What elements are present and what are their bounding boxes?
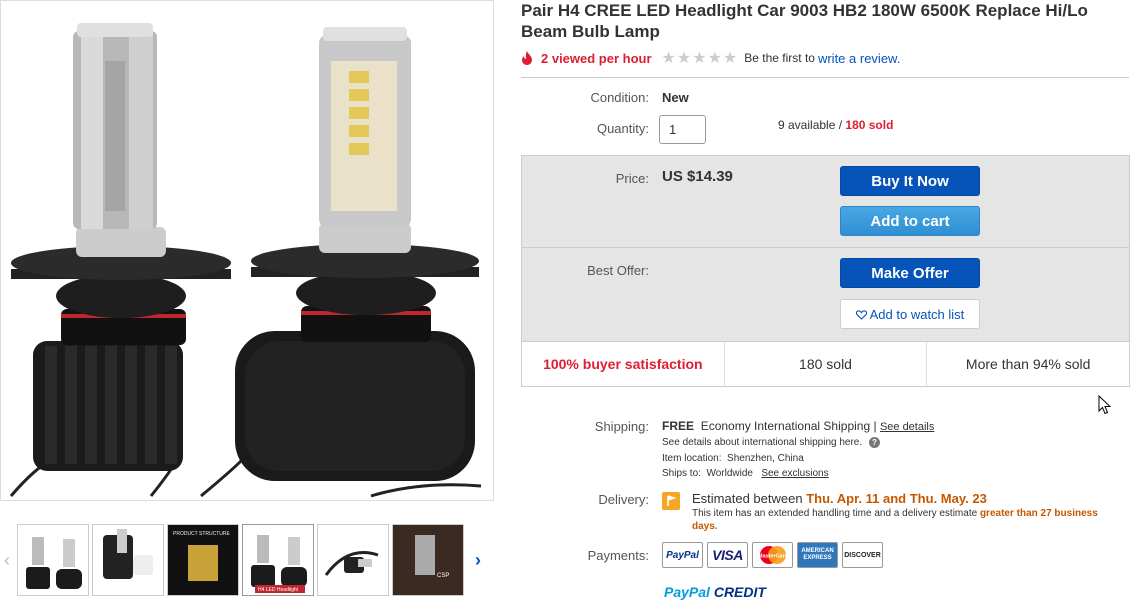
thumbnail-image: H4 LED Headlight: [251, 535, 307, 593]
condition-value: New: [662, 90, 689, 105]
sold-count: 180 sold: [845, 118, 894, 132]
item-location: Item location: Shenzhen, China: [662, 453, 804, 464]
headlight-bulbs-image: [9, 23, 482, 498]
payments-label: Payments:: [587, 548, 649, 563]
thumbnail-image: CSP: [393, 525, 463, 595]
shipping-free: FREE: [662, 419, 695, 433]
best-offer-label: Best Offer:: [587, 263, 649, 278]
thumbnail-image: [324, 551, 379, 576]
thumbnail[interactable]: [17, 524, 89, 596]
shipping-label: Shipping:: [594, 419, 649, 434]
ships-to-value: Worldwide: [706, 468, 753, 479]
thumbnail-image: [103, 529, 153, 579]
intl-shipping-text: See details about international shipping…: [662, 437, 863, 448]
thumbnail[interactable]: PRODUCT STRUCTURE: [167, 524, 239, 596]
buy-box: Price: US $14.39 Buy It Now Add to cart …: [521, 155, 1130, 387]
paypal-credit-brand: PayPal: [664, 584, 710, 600]
buy-it-now-button[interactable]: Buy It Now: [840, 166, 980, 196]
payment-logos: PayPal VISA MasterCard AMERICAN EXPRESS …: [662, 542, 883, 568]
price-label: Price:: [615, 171, 649, 186]
paypal-credit-suffix: CREDIT: [713, 584, 766, 600]
delivery-prefix: Estimated between: [692, 491, 803, 506]
thumbnail[interactable]: [92, 524, 164, 596]
rating-stars[interactable]: ★★★★★: [662, 48, 739, 68]
delivery-flag-icon: [662, 492, 680, 510]
see-exclusions-link[interactable]: See exclusions: [761, 468, 828, 479]
thumbnail-caption: CSP: [437, 573, 449, 579]
views-per-hour: 2 viewed per hour: [541, 50, 652, 66]
thumbnail-image: PRODUCT STRUCTURE: [168, 525, 238, 595]
buy-box-separator: [522, 247, 1129, 248]
mouse-cursor-icon: [1098, 395, 1112, 415]
add-to-watch-list-button[interactable]: Add to watch list: [840, 299, 980, 329]
thumbnail[interactable]: H4 LED Headlight: [242, 524, 314, 596]
quantity-label: Quantity:: [596, 121, 649, 136]
fire-icon: [522, 51, 532, 65]
sold-stat: 180 sold: [725, 342, 928, 386]
percent-sold-stat: More than 94% sold: [965, 356, 1091, 372]
delivery-note-text: This item has an extended handling time …: [692, 508, 978, 519]
review-prompt: Be the first to: [744, 51, 815, 65]
thumbnail[interactable]: CSP: [392, 524, 464, 596]
main-product-image[interactable]: [0, 0, 494, 501]
delivery-dates: Thu. Apr. 11 and Thu. May. 23: [806, 491, 987, 506]
product-title: Pair H4 CREE LED Headlight Car 9003 HB2 …: [521, 1, 1088, 41]
help-icon[interactable]: ?: [868, 437, 880, 448]
ships-to: Ships to: Worldwide See exclusions: [662, 468, 829, 479]
price-value: US $14.39: [662, 168, 733, 185]
amex-logo-icon: AMERICAN EXPRESS: [797, 542, 838, 568]
heart-icon: [855, 310, 867, 320]
thumbnail-image: [26, 537, 82, 589]
paypal-logo-icon: PayPal: [662, 542, 703, 568]
visa-logo-icon: VISA: [707, 542, 748, 568]
item-location-value: Shenzhen, China: [727, 453, 804, 464]
chevron-left-icon[interactable]: ‹: [0, 550, 14, 570]
delivery-note: This item has an extended handling time …: [692, 507, 1112, 533]
thumbnail-strip: ‹ PRODUCT STRUCTURE H4 LED Headlight CSP…: [0, 518, 494, 610]
add-to-cart-button[interactable]: Add to cart: [840, 206, 980, 236]
delivery-label: Delivery:: [598, 492, 649, 507]
discover-logo-icon: DISCOVER: [842, 542, 883, 568]
shipping-summary: FREE Economy International Shipping | Se…: [662, 419, 934, 433]
write-review-link[interactable]: write a review.: [818, 51, 900, 66]
make-offer-button[interactable]: Make Offer: [840, 258, 980, 288]
watch-list-label: Add to watch list: [869, 307, 965, 322]
chevron-right-icon[interactable]: ›: [471, 550, 485, 570]
available-count: 9 available /: [778, 118, 843, 132]
availability: 9 available / 180 sold: [778, 118, 893, 132]
paypal-credit-logo-icon[interactable]: PayPal CREDIT: [664, 584, 766, 600]
item-location-label: Item location:: [662, 453, 722, 464]
intl-shipping-note: See details about international shipping…: [662, 437, 880, 448]
sales-stats: 100% buyer satisfaction 180 sold More th…: [522, 341, 1129, 386]
thumbnail-caption: PRODUCT STRUCTURE: [173, 531, 231, 537]
shipping-details-link[interactable]: See details: [880, 421, 934, 433]
svg-text:MasterCard: MasterCard: [757, 554, 787, 560]
buyer-satisfaction-stat: 100% buyer satisfaction: [522, 342, 725, 386]
thumbnail[interactable]: [317, 524, 389, 596]
delivery-estimate: Estimated between Thu. Apr. 11 and Thu. …: [692, 491, 987, 506]
ships-to-label: Ships to:: [662, 468, 701, 479]
quantity-input[interactable]: 1: [659, 115, 706, 144]
condition-label: Condition:: [590, 90, 649, 105]
thumbnail-caption: H4 LED Headlight: [258, 587, 299, 593]
views-row: 2 viewed per hour ★★★★★ Be the first to …: [521, 48, 900, 68]
shipping-method: Economy International Shipping |: [700, 419, 877, 433]
mastercard-logo-icon: MasterCard: [752, 542, 793, 568]
divider: [521, 77, 1129, 78]
